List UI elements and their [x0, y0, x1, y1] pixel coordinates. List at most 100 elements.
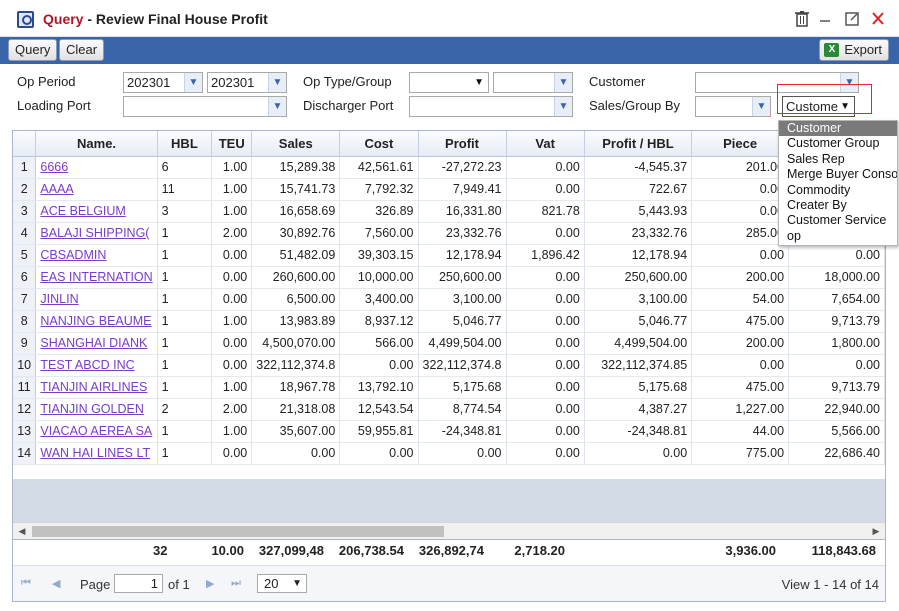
table-row[interactable]: 12 TIANJIN GOLDEN 2 2.00 21,318.08 12,543.54 8… — [13, 398, 885, 421]
row-number: 8 — [13, 310, 37, 333]
chevron-down-icon: ▼ — [268, 73, 286, 92]
row-number: 14 — [13, 442, 37, 465]
scrollbar-thumb[interactable] — [32, 526, 444, 537]
cell-hbl: 11 — [157, 178, 213, 201]
table-row[interactable]: 14 WAN HAI LINES LT 1 0.00 0.00 0.00 0.00 0.00 0… — [13, 442, 885, 465]
table-row[interactable]: 8 NANJING BEAUME 1 1.00 13,983.89 8,937.12 5,0… — [13, 310, 885, 333]
table-row[interactable]: 1 6666 6 1.00 15,289.38 42,561.61 -27,272.23 0.… — [13, 156, 885, 179]
customer-name-link[interactable]: JINLIN — [35, 288, 158, 311]
close-icon[interactable] — [868, 10, 888, 30]
customer-name-link[interactable]: ACE BELGIUM — [35, 200, 158, 223]
cell-profit: 5,175.68 — [418, 376, 507, 399]
cell-cost: 59,955.81 — [339, 420, 419, 443]
table-row[interactable]: 6 EAS INTERNATION 1 0.00 260,600.00 10,000.00… — [13, 266, 885, 289]
trash-icon[interactable] — [792, 10, 812, 30]
customer-name-link[interactable]: AAAA — [35, 178, 158, 201]
op-period-to-select[interactable]: 202301 ▼ — [207, 72, 287, 93]
cell-teu: 1.00 — [211, 178, 253, 201]
loading-port-select[interactable]: ▼ — [123, 96, 287, 117]
group-by-option[interactable]: Merge Buyer Consol — [779, 167, 897, 182]
cell-piece: 475.00 — [691, 376, 790, 399]
minimize-icon[interactable] — [815, 10, 835, 30]
query-button[interactable]: Query — [8, 39, 58, 61]
cell-phbl: -4,545.37 — [584, 156, 693, 179]
cell-vat: 0.00 — [506, 420, 585, 443]
cell-phbl: 4,387.27 — [584, 398, 693, 421]
cell-vat: 0.00 — [506, 310, 585, 333]
cell-profit: 0.00 — [418, 442, 507, 465]
customer-name-link[interactable]: NANJING BEAUME — [35, 310, 158, 333]
total-teu: 10.00 — [211, 543, 244, 558]
first-page-icon[interactable]: ⏮ — [21, 577, 31, 590]
customer-name-link[interactable]: TEST ABCD INC — [35, 354, 158, 377]
column-header[interactable]: HBL — [157, 131, 213, 157]
column-header[interactable]: Profit / HBL — [584, 131, 693, 157]
horizontal-scrollbar[interactable]: ◀ ▶ — [13, 522, 885, 539]
cell-hbl: 1 — [157, 266, 213, 289]
column-header[interactable]: Profit — [418, 131, 507, 157]
table-row[interactable]: 2 AAAA 11 1.00 15,741.73 7,792.32 7,949.41 0.00… — [13, 178, 885, 201]
op-type-select[interactable]: ▼ — [409, 72, 489, 93]
customer-name-link[interactable]: EAS INTERNATION — [35, 266, 158, 289]
customer-name-link[interactable]: TIANJIN GOLDEN — [35, 398, 158, 421]
export-button[interactable]: X Export — [819, 39, 889, 61]
row-number: 1 — [13, 156, 37, 179]
next-page-icon[interactable]: ▶ — [206, 577, 214, 590]
group-by-option[interactable]: Creater By — [779, 198, 897, 213]
customer-name-link[interactable]: BALAJI SHIPPING( — [35, 222, 158, 245]
cell-cost: 42,561.61 — [339, 156, 419, 179]
row-number: 5 — [13, 244, 37, 267]
column-header[interactable]: Piece — [691, 131, 790, 157]
customer-name-link[interactable]: CBSADMIN — [35, 244, 158, 267]
maximize-icon[interactable] — [842, 10, 862, 30]
group-by-option[interactable]: Customer — [779, 121, 897, 137]
scroll-right-icon[interactable]: ▶ — [870, 525, 882, 537]
table-row[interactable]: 13 VIACAO AEREA SA 1 1.00 35,607.00 59,955.81… — [13, 420, 885, 443]
prev-page-icon[interactable]: ◀ — [52, 577, 60, 590]
page-input[interactable]: 1 — [114, 574, 163, 593]
cell-vat: 0.00 — [506, 178, 585, 201]
cell-hbl: 1 — [157, 244, 213, 267]
customer-name-link[interactable]: TIANJIN AIRLINES — [35, 376, 158, 399]
cell-hbl: 1 — [157, 332, 213, 355]
window-title: Query - Review Final House Profit — [43, 11, 268, 27]
table-row[interactable]: 10 TEST ABCD INC 1 0.00 322,112,374.8 0.00 322… — [13, 354, 885, 377]
group-by-option[interactable]: Commodity — [779, 183, 897, 198]
scroll-left-icon[interactable]: ◀ — [16, 525, 28, 537]
customer-name-link[interactable]: WAN HAI LINES LT — [35, 442, 158, 465]
toolbar: Query Clear X Export — [0, 37, 899, 64]
table-row[interactable]: 3 ACE BELGIUM 3 1.00 16,658.69 326.89 16,331.8… — [13, 200, 885, 223]
cell-piece: 200.00 — [691, 266, 790, 289]
group-by-option[interactable]: op — [779, 229, 897, 244]
op-group-select[interactable]: ▼ — [493, 72, 573, 93]
discharger-port-select[interactable]: ▼ — [409, 96, 573, 117]
cell-hbl: 1 — [157, 420, 213, 443]
customer-name-link[interactable]: 6666 — [35, 156, 158, 179]
table-row[interactable]: 9 SHANGHAI DIANK 1 0.00 4,500,070.00 566.00 4,… — [13, 332, 885, 355]
customer-name-link[interactable]: VIACAO AEREA SA — [35, 420, 158, 443]
page-size-select[interactable]: 20 ▼ — [257, 574, 307, 593]
last-page-icon[interactable]: ⏭ — [231, 577, 241, 590]
table-row[interactable]: 5 CBSADMIN 1 0.00 51,482.09 39,303.15 12,178.9… — [13, 244, 885, 267]
table-row[interactable]: 11 TIANJIN AIRLINES 1 1.00 18,967.78 13,792.1… — [13, 376, 885, 399]
cell-sales: 21,318.08 — [251, 398, 341, 421]
cell-phbl: 250,600.00 — [584, 266, 693, 289]
column-header[interactable]: Name. — [35, 131, 158, 157]
page-label: Page — [80, 577, 111, 592]
table-row[interactable]: 7 JINLIN 1 0.00 6,500.00 3,400.00 3,100.00 0.00… — [13, 288, 885, 311]
group-by-option[interactable]: Customer Service — [779, 213, 897, 228]
group-by-dropdown[interactable]: Customer Customer Group Sales Rep Merge Buy… — [778, 120, 898, 246]
column-header[interactable]: TEU — [211, 131, 253, 157]
column-header[interactable]: Sales — [251, 131, 341, 157]
customer-name-link[interactable]: SHANGHAI DIANK — [35, 332, 158, 355]
column-header[interactable]: Cost — [339, 131, 419, 157]
clear-button[interactable]: Clear — [59, 39, 105, 61]
group-by-option[interactable]: Sales Rep — [779, 152, 897, 167]
cell-piece: 0.00 — [691, 354, 790, 377]
table-row[interactable]: 4 BALAJI SHIPPING(1 2.00 30,892.76 7,560.00 2… — [13, 222, 885, 245]
op-period-from-select[interactable]: 202301 ▼ — [123, 72, 203, 93]
page-of-label: of 1 — [168, 577, 190, 592]
column-header[interactable]: Vat — [506, 131, 585, 157]
sales-select[interactable]: ▼ — [695, 96, 771, 117]
group-by-option[interactable]: Customer Group — [779, 136, 897, 151]
